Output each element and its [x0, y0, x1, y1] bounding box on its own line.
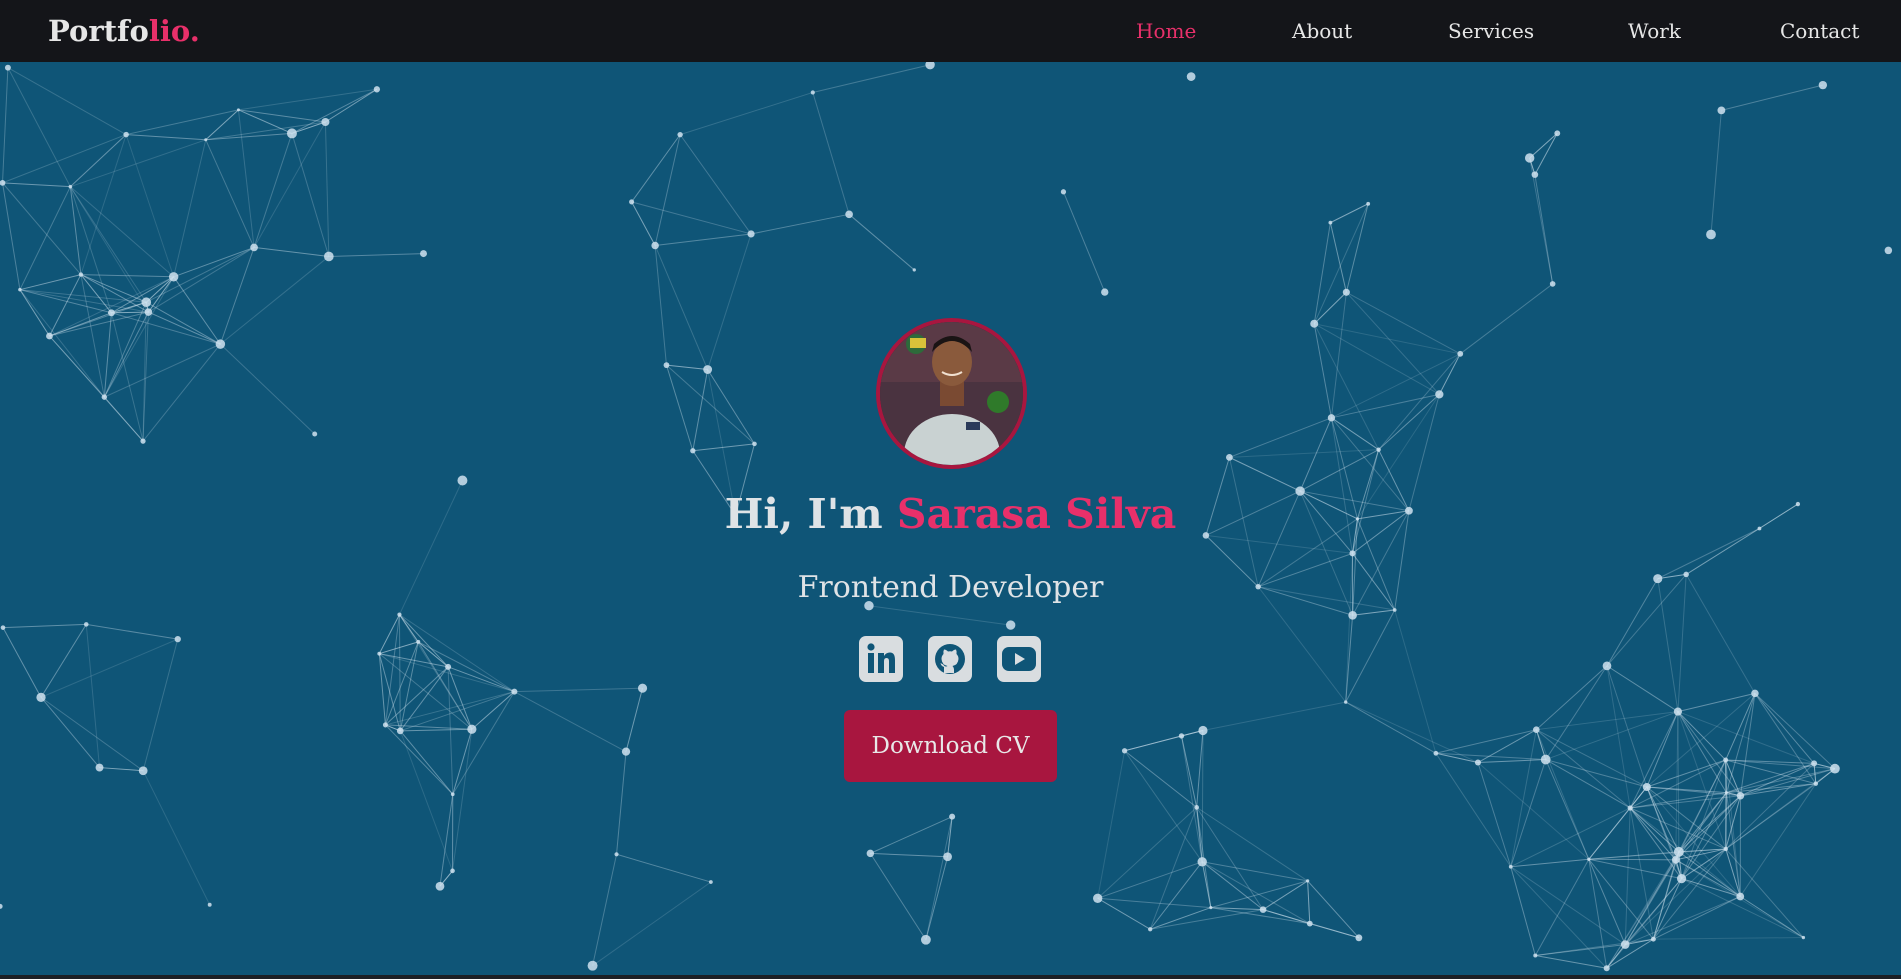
navbar: Portfolio. Home About Services Work Cont…: [0, 0, 1901, 62]
hero-name: Sarasa Silva: [896, 490, 1177, 538]
greeting-prefix: Hi, I'm: [724, 490, 883, 538]
nav-services[interactable]: Services: [1448, 19, 1534, 43]
nav-about[interactable]: About: [1292, 19, 1352, 43]
nav-contact[interactable]: Contact: [1780, 19, 1859, 43]
hero-greeting: Hi, I'm Sarasa Silva: [0, 490, 1901, 538]
github-icon: [935, 644, 965, 674]
bottom-strip: [0, 975, 1901, 979]
youtube-link[interactable]: [997, 636, 1041, 682]
profile-avatar: [876, 318, 1027, 469]
linkedin-link[interactable]: [859, 636, 903, 682]
linkedin-icon: [867, 643, 895, 673]
nav-links: Home About Services Work Contact: [0, 0, 1901, 62]
nav-home[interactable]: Home: [1136, 19, 1196, 43]
download-cv-button[interactable]: Download CV: [844, 710, 1057, 782]
hero-role: Frontend Developer: [797, 570, 1104, 605]
social-links: [0, 636, 1901, 684]
youtube-icon: [1002, 647, 1036, 671]
github-link[interactable]: [928, 636, 972, 682]
profile-photo: [880, 322, 1023, 465]
nav-work[interactable]: Work: [1628, 19, 1681, 43]
